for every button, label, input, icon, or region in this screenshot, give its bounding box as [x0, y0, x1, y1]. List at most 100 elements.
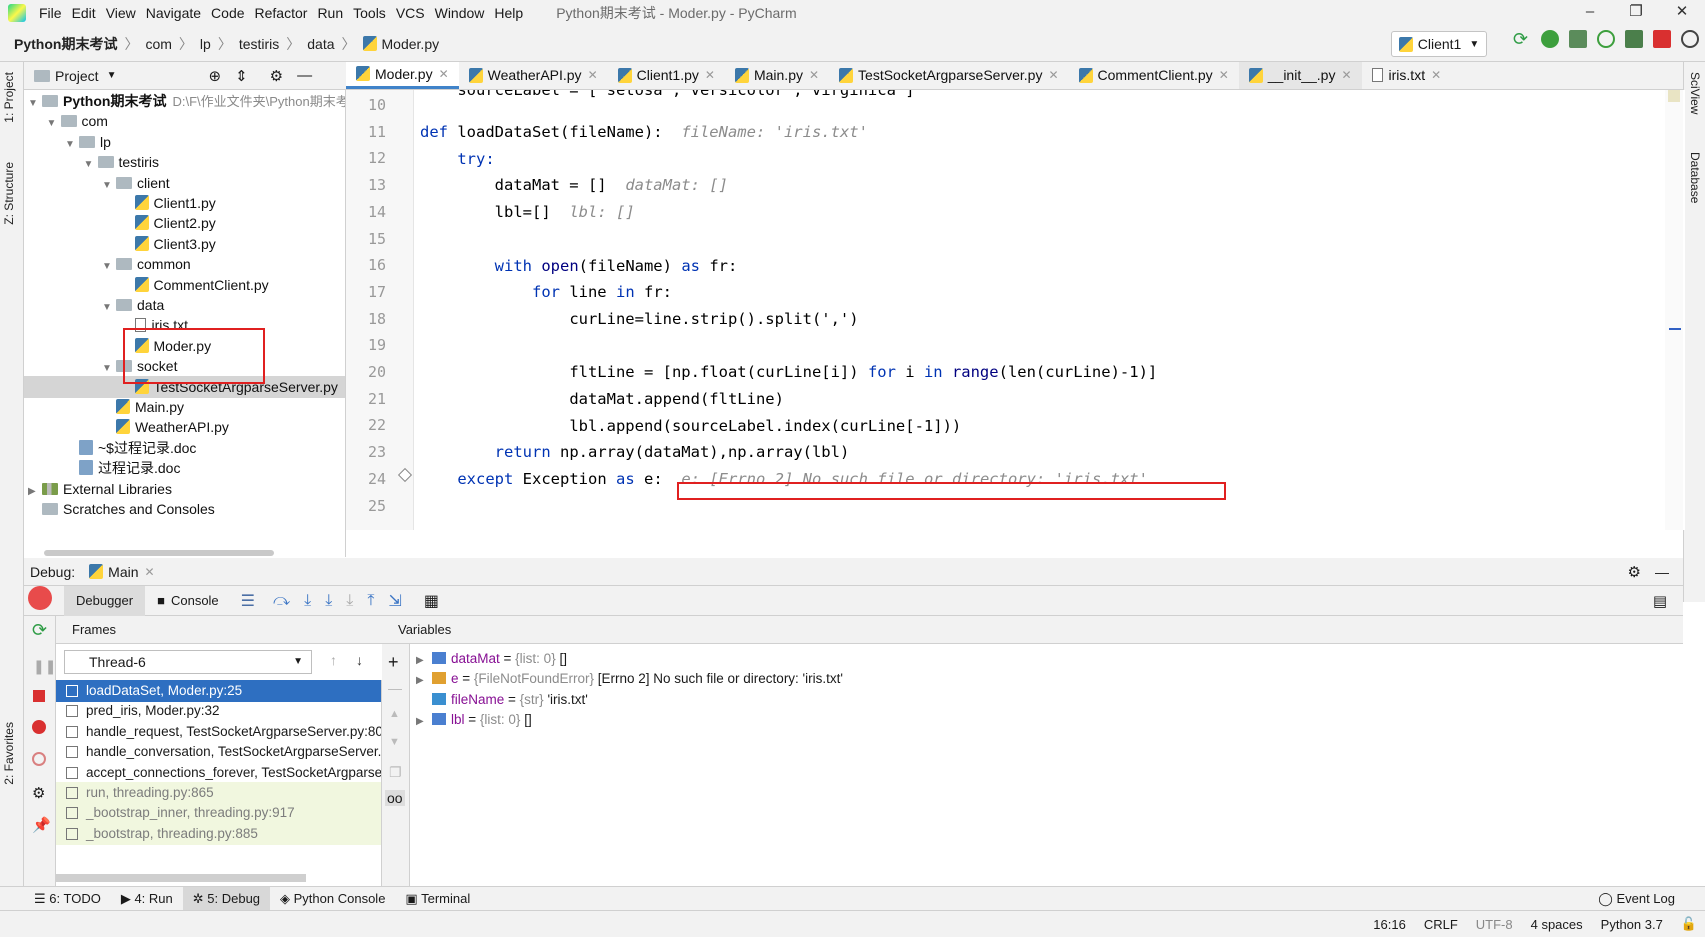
tree-item[interactable]: CommentClient.py	[121, 274, 269, 296]
line-number[interactable]: 11	[346, 119, 386, 146]
rerun-icon[interactable]: ⟳	[1513, 30, 1531, 48]
editor-tab[interactable]: CommentClient.py ✕	[1069, 62, 1239, 89]
line-number[interactable]: 16	[346, 252, 386, 279]
line-number[interactable]: 21	[346, 386, 386, 413]
python-interpreter[interactable]: Python 3.7	[1601, 917, 1663, 932]
editor-tab[interactable]: Moder.py ✕	[346, 62, 459, 89]
editor-tab[interactable]: Main.py ✕	[725, 62, 829, 89]
frame-item[interactable]: pred_iris, Moder.py:32	[56, 700, 381, 722]
view-breakpoints-icon[interactable]	[32, 720, 46, 734]
pause-icon[interactable]: ❚❚	[33, 658, 56, 675]
concurrency-icon[interactable]	[1625, 30, 1643, 48]
search-icon[interactable]	[1681, 30, 1699, 48]
move-down-icon[interactable]: ▼	[389, 736, 400, 748]
variable-row[interactable]: ▶ lbl = {list: 0} []	[410, 709, 532, 731]
run-to-cursor-icon[interactable]: ⇲	[388, 591, 401, 611]
project-view-select[interactable]: Project	[55, 68, 99, 84]
chevron-icon[interactable]: ▼	[65, 134, 79, 156]
tree-item[interactable]: Main.py	[102, 396, 184, 418]
rerun-icon[interactable]: ⟳	[32, 620, 47, 641]
show-watches-icon[interactable]: oo	[385, 790, 405, 806]
tree-item[interactable]: ▼ Python期末考试 D:\F\作业文件夹\Python期末考	[28, 90, 345, 112]
line-number[interactable]: 22	[346, 412, 386, 439]
gear-icon[interactable]: ⚙	[32, 784, 45, 802]
editor-tab[interactable]: WeatherAPI.py ✕	[459, 62, 608, 89]
line-number[interactable]: 17	[346, 279, 386, 306]
menu-view[interactable]: View	[101, 0, 141, 26]
variable-row[interactable]: fileName = {str} 'iris.txt'	[410, 689, 588, 711]
caret-position[interactable]: 16:16	[1373, 917, 1406, 932]
inspection-status-icon[interactable]	[1668, 90, 1680, 102]
line-separator[interactable]: CRLF	[1424, 917, 1458, 932]
tree-item[interactable]: ~$过程记录.doc	[65, 437, 196, 459]
line-number[interactable]: 20	[346, 359, 386, 386]
frame-item[interactable]: accept_connections_forever, TestSocketAr…	[56, 762, 381, 784]
step-over-icon[interactable]: ⤼	[273, 592, 290, 610]
collapse-all-icon[interactable]: ⇕	[235, 67, 248, 85]
line-number[interactable]: 14	[346, 199, 386, 226]
profile-icon[interactable]	[1597, 30, 1615, 48]
move-up-icon[interactable]: ▲	[389, 708, 400, 720]
close-icon[interactable]: ✕	[439, 67, 449, 81]
menu-tools[interactable]: Tools	[348, 0, 391, 26]
menu-vcs[interactable]: VCS	[391, 0, 430, 26]
remove-watch-icon[interactable]: —	[388, 680, 402, 696]
stop-icon[interactable]	[33, 690, 45, 702]
add-watch-icon[interactable]: +	[388, 652, 399, 673]
breadcrumb-item[interactable]: testiris	[239, 36, 279, 52]
tab-python-console[interactable]: ◈ Python Console	[270, 887, 395, 911]
horizontal-scrollbar[interactable]	[44, 550, 274, 556]
mute-breakpoints-icon[interactable]	[32, 752, 46, 766]
maximize-button[interactable]: ❐	[1613, 0, 1659, 26]
line-number[interactable]: 23	[346, 439, 386, 466]
tree-item[interactable]: ▼ data	[102, 294, 164, 316]
lock-icon[interactable]: 🔓	[1681, 916, 1697, 932]
close-window-button[interactable]: ✕	[1659, 0, 1705, 26]
indent-setting[interactable]: 4 spaces	[1531, 917, 1583, 932]
menu-help[interactable]: Help	[489, 0, 528, 26]
tab-todo[interactable]: ☰ 6: TODO	[24, 887, 111, 911]
line-number[interactable]: 25	[346, 493, 386, 520]
thread-select[interactable]: Thread-6 ▼	[64, 650, 312, 674]
coverage-icon[interactable]	[1569, 30, 1587, 48]
variable-row[interactable]: ▶ e = {FileNotFoundError} [Errno 2] No su…	[410, 668, 843, 690]
line-number[interactable]: 12	[346, 145, 386, 172]
close-icon[interactable]: ✕	[1341, 68, 1351, 82]
line-number[interactable]: 19	[346, 332, 386, 359]
variable-row[interactable]: ▶ dataMat = {list: 0} []	[410, 648, 567, 670]
tab-debug[interactable]: ✲ 5: Debug	[182, 886, 271, 911]
evaluate-expression-icon[interactable]: ▦	[424, 591, 439, 611]
line-number[interactable]: 18	[346, 306, 386, 333]
hide-panel-icon[interactable]: —	[1655, 564, 1669, 580]
tree-item[interactable]: Scratches and Consoles	[28, 498, 215, 520]
force-step-into-icon[interactable]: ⤓	[346, 592, 353, 610]
chevron-icon[interactable]: ▼	[102, 256, 116, 278]
code-editor[interactable]: sourceLabel = ['setosa','versicolor','vi…	[414, 90, 1685, 530]
frame-item[interactable]: run, threading.py:865	[56, 782, 381, 804]
gear-icon[interactable]: ⚙	[1628, 563, 1641, 581]
close-icon[interactable]: ✕	[1219, 68, 1229, 82]
line-number[interactable]: 24	[346, 466, 386, 493]
frame-item[interactable]: handle_conversation, TestSocketArgparseS…	[56, 741, 381, 763]
editor-tab[interactable]: Client1.py ✕	[608, 62, 725, 89]
debug-session-tab[interactable]: Main	[108, 564, 138, 580]
close-icon[interactable]: ✕	[705, 68, 715, 82]
tree-item[interactable]: ▼ com	[47, 110, 108, 132]
editor-tab[interactable]: TestSocketArgparseServer.py ✕	[829, 62, 1068, 89]
tab-terminal[interactable]: ▣ Terminal	[395, 887, 480, 911]
tab-console[interactable]: ■ Console	[145, 586, 231, 616]
tree-item[interactable]: ▼ testiris	[84, 151, 159, 173]
tree-item[interactable]: Client2.py	[121, 212, 216, 234]
close-icon[interactable]: ✕	[588, 68, 598, 82]
gear-icon[interactable]: ⚙	[270, 67, 283, 85]
previous-frame-icon[interactable]: ↑	[330, 652, 337, 668]
tree-item[interactable]: ▶ External Libraries	[28, 478, 172, 500]
menu-edit[interactable]: Edit	[67, 0, 101, 26]
close-icon[interactable]: ✕	[1048, 68, 1058, 82]
step-into-my-code-icon[interactable]: ⤓	[325, 592, 332, 610]
tree-item[interactable]: WeatherAPI.py	[102, 416, 229, 438]
breadcrumb-item[interactable]: com	[145, 36, 171, 52]
menu-window[interactable]: Window	[430, 0, 490, 26]
sciview-tool-tab[interactable]: SciView	[1688, 72, 1702, 114]
tree-item[interactable]: Client3.py	[121, 233, 216, 255]
